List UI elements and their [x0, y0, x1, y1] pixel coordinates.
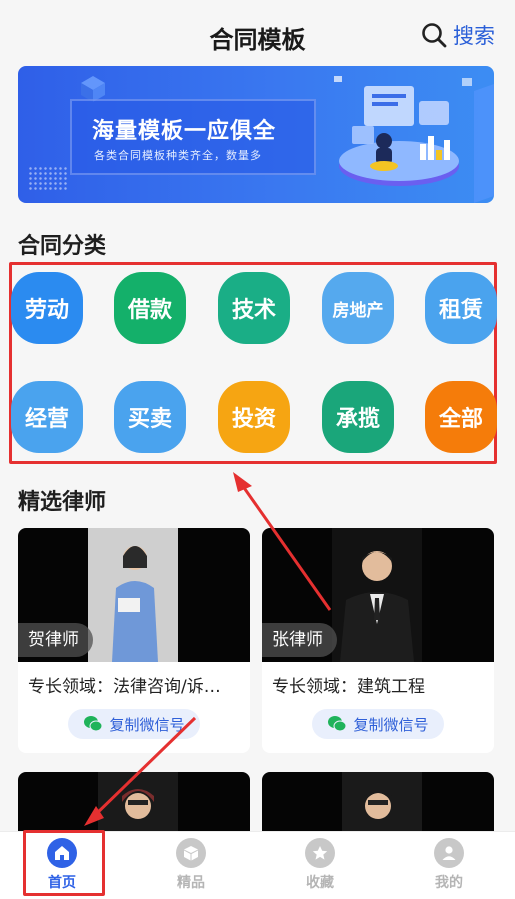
lawyer-portrait-icon	[98, 772, 178, 832]
tab-favorites[interactable]: 收藏	[280, 832, 360, 899]
lawyer-portrait-icon	[342, 772, 422, 832]
tab-label: 收藏	[306, 875, 334, 891]
lawyer-card-partial[interactable]	[262, 772, 494, 832]
category-loan[interactable]: 借款	[114, 272, 186, 344]
copy-wechat-label: 复制微信号	[109, 715, 185, 734]
lawyer-specialty: 专长领域：建筑工程	[272, 677, 425, 697]
lawyer-name: 贺律师	[18, 623, 93, 657]
category-label: 全部	[438, 406, 483, 432]
wechat-icon	[84, 716, 103, 732]
category-investment[interactable]: 投资	[218, 381, 290, 453]
lawyer-specialty: 专长领域：法律咨询/诉…	[28, 677, 221, 697]
wechat-icon	[328, 716, 347, 732]
category-label: 承揽	[335, 406, 380, 432]
category-label: 房地产	[332, 300, 384, 321]
lawyer-card[interactable]: 张律师 专长领域：建筑工程 复制微信号	[262, 528, 494, 753]
home-tab-highlight-frame	[23, 830, 105, 896]
category-label: 劳动	[24, 297, 69, 323]
lawyer-card[interactable]: 贺律师 专长领域：法律咨询/诉… 复制微信号	[18, 528, 250, 753]
banner-text-box: 海量模板一应俱全 各类合同模板种类齐全，数量多	[70, 99, 316, 175]
star-icon	[305, 838, 335, 868]
category-labor[interactable]: 劳动	[11, 272, 83, 344]
lawyers-title: 精选律师	[18, 490, 107, 515]
tab-featured[interactable]: 精品	[151, 832, 231, 899]
category-trade[interactable]: 买卖	[114, 381, 186, 453]
search-button[interactable]: 搜索	[421, 20, 495, 50]
category-contracting[interactable]: 承揽	[322, 381, 394, 453]
category-label: 技术	[231, 297, 276, 323]
search-icon	[422, 23, 447, 48]
category-label: 经营	[24, 406, 69, 432]
category-lease[interactable]: 租赁	[425, 272, 497, 344]
category-label: 买卖	[127, 406, 172, 432]
category-label: 租赁	[438, 297, 483, 323]
tab-label: 我的	[435, 875, 463, 891]
category-label: 投资	[231, 406, 276, 432]
copy-wechat-label: 复制微信号	[353, 715, 429, 734]
box-icon	[176, 838, 206, 868]
category-real-estate[interactable]: 房地产	[322, 272, 394, 344]
lawyer-name: 张律师	[262, 623, 337, 657]
category-technology[interactable]: 技术	[218, 272, 290, 344]
copy-wechat-button[interactable]: 复制微信号	[312, 709, 444, 739]
user-icon	[434, 838, 464, 868]
lawyer-card-partial[interactable]	[18, 772, 250, 832]
category-label: 借款	[127, 297, 172, 323]
tab-profile[interactable]: 我的	[409, 832, 489, 899]
banner-dots-decor	[28, 166, 68, 190]
promo-banner[interactable]: 海量模板一应俱全 各类合同模板种类齐全，数量多	[18, 66, 494, 203]
copy-wechat-button[interactable]: 复制微信号	[68, 709, 200, 739]
tab-label: 精品	[177, 875, 205, 891]
banner-subtitle: 各类合同模板种类齐全，数量多	[94, 149, 262, 162]
category-all[interactable]: 全部	[425, 381, 497, 453]
top-nav-bar: 合同模板 搜索	[0, 0, 515, 66]
lawyer-portrait-icon	[340, 551, 414, 662]
banner-title: 海量模板一应俱全	[92, 119, 277, 144]
search-label: 搜索	[453, 24, 495, 48]
category-business[interactable]: 经营	[11, 381, 83, 453]
lawyer-portrait-icon	[112, 546, 158, 662]
categories-title: 合同分类	[18, 234, 107, 259]
banner-illustration-icon	[334, 76, 494, 203]
